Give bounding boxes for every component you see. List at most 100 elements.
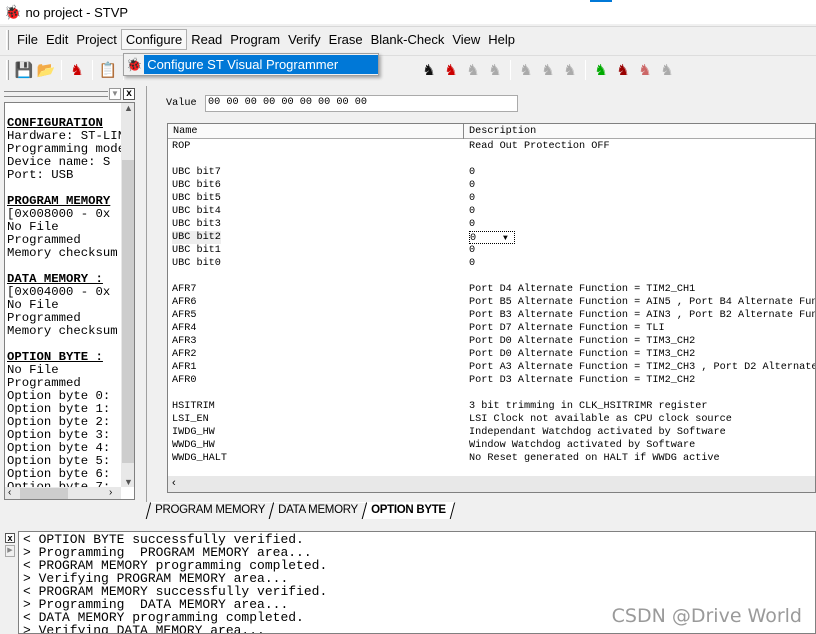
option-description: Independant Watchdog activated by Softwa…: [469, 427, 726, 438]
table-row[interactable]: UBC bit3 0: [168, 218, 815, 231]
table-row[interactable]: [168, 153, 815, 166]
column-header-description[interactable]: Description: [469, 126, 536, 137]
paste-icon: 📋: [98, 61, 118, 79]
table-row[interactable]: ROP Read Out Protection OFF: [168, 140, 815, 153]
watermark: CSDN @Drive World: [611, 605, 802, 627]
chip-disabled-icon: ♞: [541, 61, 555, 79]
chip-disabled-button[interactable]: ♞: [559, 59, 581, 81]
chip-disabled-button[interactable]: ♞: [462, 59, 484, 81]
chip-red-button[interactable]: ♞: [612, 59, 634, 81]
menu-edit[interactable]: Edit: [42, 30, 72, 49]
table-row[interactable]: [168, 387, 815, 400]
menu-blank-check[interactable]: Blank-Check: [367, 30, 449, 49]
vertical-scrollbar[interactable]: ▲ ▼: [121, 103, 134, 487]
table-row[interactable]: AFR1 Port A3 Alternate Function = TIM2_CH…: [168, 361, 816, 374]
table-row[interactable]: UBC bit1 0: [168, 244, 815, 257]
table-row[interactable]: LSI_EN LSI Clock not available as CPU clo…: [168, 413, 815, 426]
table-row[interactable]: WWDG_HW Window Watchdog activated by Soft…: [168, 439, 815, 452]
menu-view[interactable]: View: [448, 30, 484, 49]
chip-disabled-button[interactable]: ♞: [537, 59, 559, 81]
table-row[interactable]: AFR2 Port D0 Alternate Function = TIM3_CH…: [168, 348, 815, 361]
title-accent: [590, 0, 612, 2]
menu-erase[interactable]: Erase: [325, 30, 367, 49]
chip-disabled-button[interactable]: ♞: [515, 59, 537, 81]
option-description: No Reset generated on HALT if WWDG activ…: [469, 453, 720, 464]
option-name: WWDG_HALT: [172, 453, 228, 464]
option-name: AFR0: [172, 375, 197, 386]
option-name: AFR4: [172, 323, 197, 334]
table-row[interactable]: WWDG_HALT No Reset generated on HALT if W…: [168, 452, 815, 465]
table-row[interactable]: UBC bit7 0: [168, 166, 815, 179]
scroll-left-icon[interactable]: ‹: [8, 487, 11, 498]
table-row[interactable]: AFR5 Port B3 Alternate Function = AIN3 , …: [168, 309, 815, 322]
chip-disabled-button[interactable]: ♞: [656, 59, 678, 81]
value-select[interactable]: 0 ▼: [469, 231, 515, 244]
column-divider[interactable]: [463, 124, 464, 139]
chip-green-button[interactable]: ♞: [590, 59, 612, 81]
table-row[interactable]: HSITRIM 3 bit trimming in CLK_HSITRIMR re…: [168, 400, 815, 413]
chip-button[interactable]: ♞: [66, 59, 88, 81]
scroll-left-icon[interactable]: ‹: [172, 477, 176, 489]
chip-program-button[interactable]: ♞: [440, 59, 462, 81]
tab-option-byte[interactable]: OPTION BYTE: [361, 502, 455, 519]
scroll-up-icon[interactable]: ▲: [121, 103, 134, 113]
hscroll-thumb[interactable]: [20, 488, 68, 499]
table-row[interactable]: UBC bit4 0: [168, 205, 815, 218]
menu-item-configure-stvp[interactable]: Configure ST Visual Programmer: [144, 55, 378, 74]
table-row[interactable]: UBC bit5 0: [168, 192, 815, 205]
table-row[interactable]: AFR6 Port B5 Alternate Function = AIN5 , …: [168, 296, 815, 309]
scroll-right-icon[interactable]: ›: [109, 487, 112, 498]
table-row[interactable]: UBC bit6 0: [168, 179, 815, 192]
table-row[interactable]: UBC bit2 0 ▼: [168, 231, 815, 244]
toolbar-separator: [61, 59, 62, 80]
horizontal-scrollbar[interactable]: ‹ ›: [5, 487, 121, 499]
option-description: LSI Clock not available as CPU clock sou…: [469, 414, 732, 425]
table-row[interactable]: AFR7 Port D4 Alternate Function = TIM2_CH…: [168, 283, 815, 296]
option-name: AFR2: [172, 349, 197, 360]
column-header-name[interactable]: Name: [173, 126, 197, 137]
panel-close-button[interactable]: x: [123, 88, 135, 100]
paste-button[interactable]: 📋: [97, 59, 119, 81]
value-input[interactable]: 00 00 00 00 00 00 00 00 00: [205, 95, 518, 112]
tab-program-memory[interactable]: PROGRAM MEMORY: [145, 502, 275, 519]
chip-verify-button[interactable]: ♞: [634, 59, 656, 81]
toolbar-grip[interactable]: [6, 59, 9, 80]
menu-configure[interactable]: Configure: [120, 29, 188, 50]
chip-read-button[interactable]: ♞: [418, 59, 440, 81]
option-description: 0: [469, 193, 476, 204]
table-row[interactable]: AFR3 Port D0 Alternate Function = TIM3_CH…: [168, 335, 815, 348]
chip-disabled-button[interactable]: ♞: [484, 59, 506, 81]
option-name: UBC bit4: [172, 206, 221, 217]
save-button[interactable]: 💾: [13, 59, 35, 81]
menu-read[interactable]: Read: [187, 30, 226, 49]
scroll-thumb[interactable]: [122, 160, 134, 463]
panel-menu-button[interactable]: ▼: [109, 88, 121, 100]
option-description: Port A3 Alternate Function = TIM2_CH3 , …: [469, 362, 816, 373]
log-close-button[interactable]: x: [5, 533, 15, 543]
info-line: Port: USB: [7, 168, 74, 182]
table-row[interactable]: UBC bit0 0: [168, 257, 815, 270]
option-name: UBC bit1: [172, 245, 221, 256]
scroll-down-icon[interactable]: ▼: [121, 477, 134, 487]
option-description: 0: [469, 180, 476, 191]
menu-verify[interactable]: Verify: [284, 30, 325, 49]
table-horizontal-scrollbar[interactable]: ‹: [168, 476, 815, 492]
open-button[interactable]: 📂: [35, 59, 57, 81]
chip-program-icon: ♞: [444, 61, 458, 79]
table-row[interactable]: AFR0 Port D3 Alternate Function = TIM2_CH…: [168, 374, 815, 387]
tab-data-memory[interactable]: DATA MEMORY: [268, 502, 368, 519]
table-row[interactable]: [168, 270, 815, 283]
menu-file[interactable]: File: [13, 30, 42, 49]
table-row[interactable]: AFR4 Port D7 Alternate Function = TLI: [168, 322, 815, 335]
menu-help[interactable]: Help: [484, 30, 519, 49]
chip-verify-icon: ♞: [638, 61, 652, 79]
menu-program[interactable]: Program: [226, 30, 284, 49]
menubar-grip[interactable]: [6, 29, 9, 50]
tab-label: PROGRAM MEMORY: [155, 504, 266, 516]
menu-item-label: Configure ST Visual Programmer: [147, 57, 339, 72]
option-name: UBC bit6: [172, 180, 221, 191]
log-expand-button[interactable]: ▶: [5, 545, 15, 557]
table-row[interactable]: IWDG_HW Independant Watchdog activated by…: [168, 426, 815, 439]
panel-grip[interactable]: [4, 91, 108, 97]
menu-project[interactable]: Project: [72, 30, 120, 49]
